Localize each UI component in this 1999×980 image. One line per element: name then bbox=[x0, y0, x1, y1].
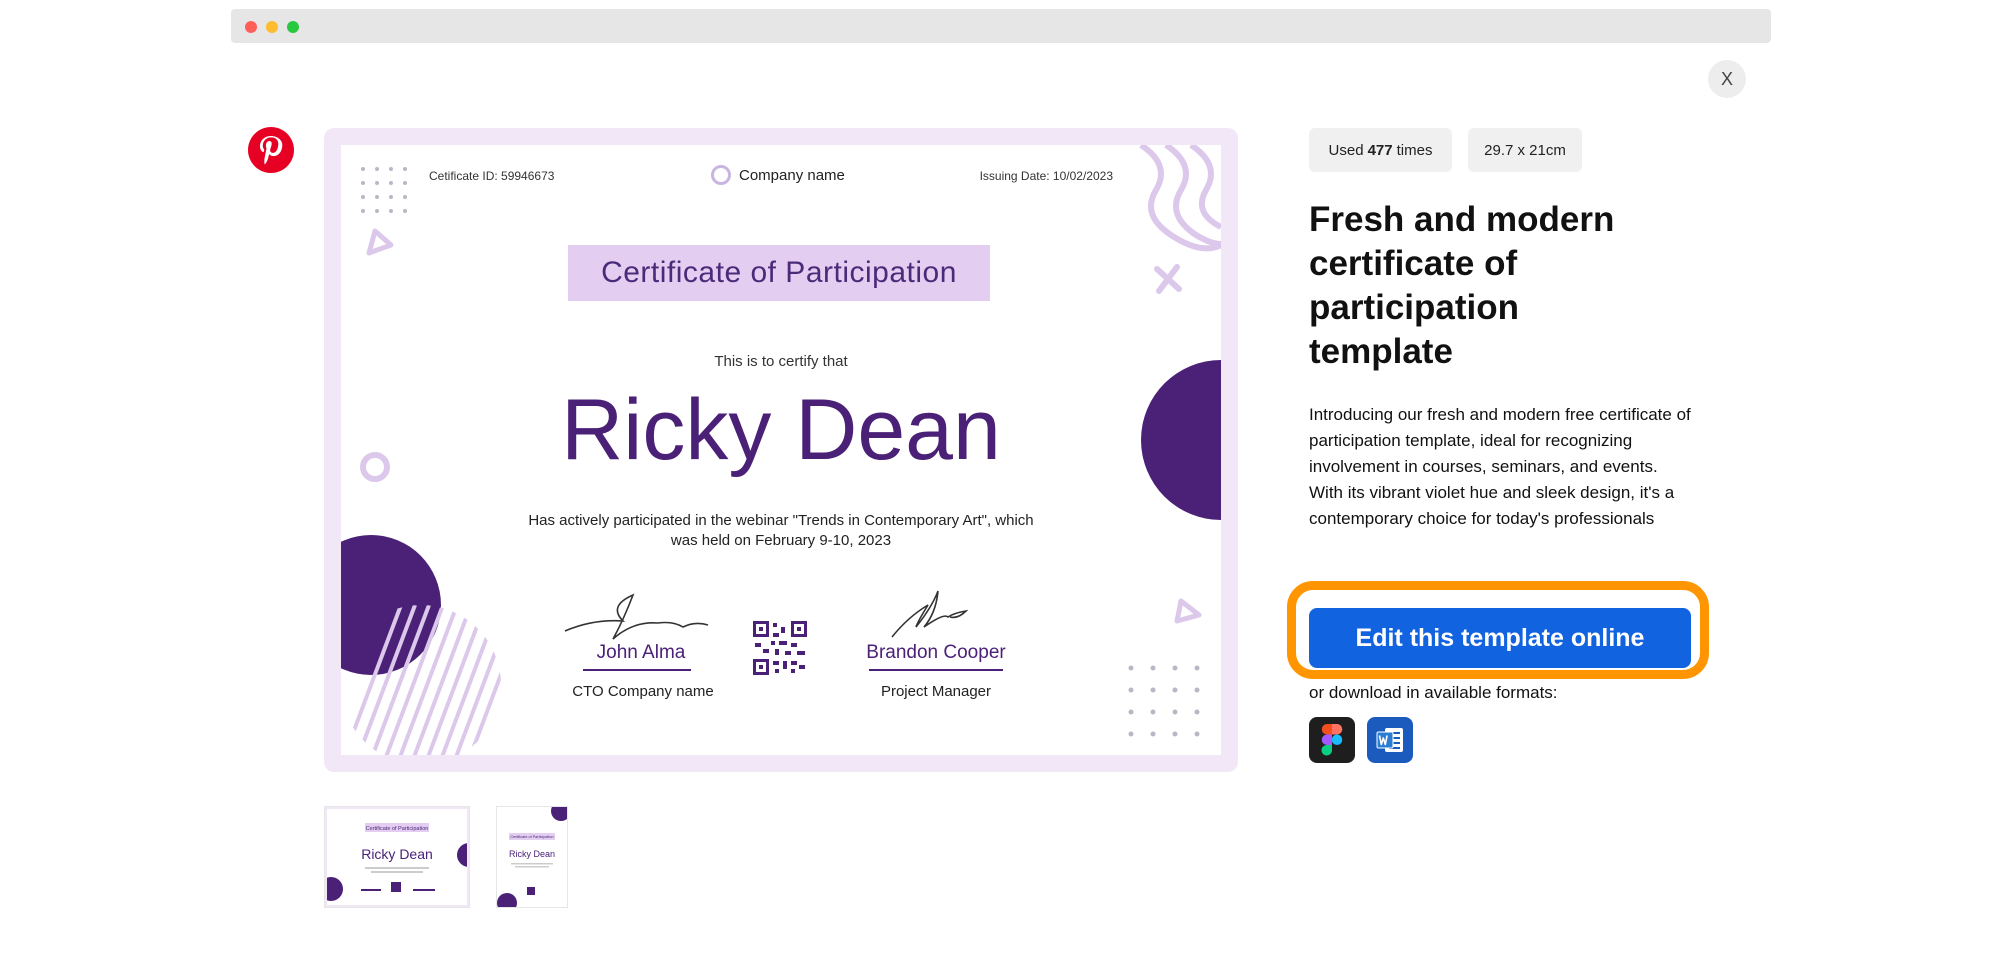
signer2-role: Project Manager bbox=[880, 683, 992, 700]
company-name: Company name bbox=[739, 166, 845, 184]
word-icon bbox=[1376, 728, 1403, 752]
company-ring-icon bbox=[711, 165, 731, 185]
certificate-title-box: Certificate of Participation bbox=[568, 245, 990, 301]
edit-template-button[interactable]: Edit this template online bbox=[1309, 608, 1691, 668]
size-badge: 29.7 x 21cm bbox=[1468, 128, 1582, 172]
certify-text: This is to certify that bbox=[714, 353, 848, 370]
signer1-line bbox=[583, 669, 691, 671]
company-logo: Company name bbox=[711, 165, 845, 185]
word-download-button[interactable] bbox=[1367, 717, 1413, 763]
thumbnail-landscape-recipient: Ricky Dean bbox=[361, 846, 433, 862]
thumbnail-portrait-recipient: Ricky Dean bbox=[509, 849, 555, 859]
certificate-id: Cetificate ID: 59946673 bbox=[429, 169, 555, 183]
figma-icon bbox=[1321, 724, 1343, 756]
thumbnail-portrait-title: Certificate of Participation bbox=[510, 835, 553, 839]
download-formats-label: or download in available formats: bbox=[1309, 683, 1558, 702]
pinterest-icon bbox=[260, 136, 283, 165]
usage-count: 477 bbox=[1367, 141, 1393, 159]
usage-prefix: Used bbox=[1328, 141, 1364, 159]
signer1-role: CTO Company name bbox=[572, 683, 714, 700]
certificate-description: Has actively participated in the webinar… bbox=[528, 512, 1034, 549]
template-title: Fresh and modern certificate of particip… bbox=[1309, 200, 1615, 371]
certificate-title: Certificate of Participation bbox=[601, 256, 957, 289]
window-close-dot[interactable] bbox=[245, 21, 257, 33]
window-minimize-dot[interactable] bbox=[266, 21, 278, 33]
size-label: 29.7 x 21cm bbox=[1484, 141, 1566, 159]
usage-badge: Used 477 times bbox=[1309, 128, 1452, 172]
signature-brandon-cooper bbox=[891, 590, 969, 638]
certificate-preview: Cetificate ID: 59946673 Company name Iss… bbox=[324, 128, 1238, 772]
thumbnail-landscape-image: Certificate of Participation Ricky Dean bbox=[325, 807, 469, 907]
thumbnail-landscape[interactable]: Certificate of Participation Ricky Dean bbox=[324, 806, 470, 908]
signature-john-alma bbox=[564, 593, 709, 640]
close-icon: X bbox=[1720, 68, 1733, 89]
thumbnail-portrait[interactable]: Certificate of Participation Ricky Dean bbox=[496, 806, 568, 908]
close-button[interactable]: X bbox=[1708, 60, 1746, 98]
figma-download-button[interactable] bbox=[1309, 717, 1355, 763]
browser-window-bar bbox=[231, 9, 1771, 43]
recipient-name: Ricky Dean bbox=[561, 382, 1001, 478]
qr-code-icon bbox=[753, 621, 807, 675]
pinterest-share-button[interactable] bbox=[248, 127, 294, 173]
certificate: Cetificate ID: 59946673 Company name Iss… bbox=[341, 145, 1221, 755]
signer2-line bbox=[869, 669, 1003, 671]
usage-suffix: times bbox=[1396, 141, 1433, 159]
issuing-date: Issuing Date: 10/02/2023 bbox=[979, 169, 1113, 183]
signer1-name: John Alma bbox=[596, 642, 686, 663]
template-description: Introducing our fresh and modern free ce… bbox=[1309, 405, 1691, 528]
signer2-name: Brandon Cooper bbox=[866, 642, 1006, 663]
thumbnail-landscape-title: Certificate of Participation bbox=[366, 826, 429, 832]
window-maximize-dot[interactable] bbox=[287, 21, 299, 33]
thumbnail-portrait-image: Certificate of Participation Ricky Dean bbox=[497, 807, 567, 907]
